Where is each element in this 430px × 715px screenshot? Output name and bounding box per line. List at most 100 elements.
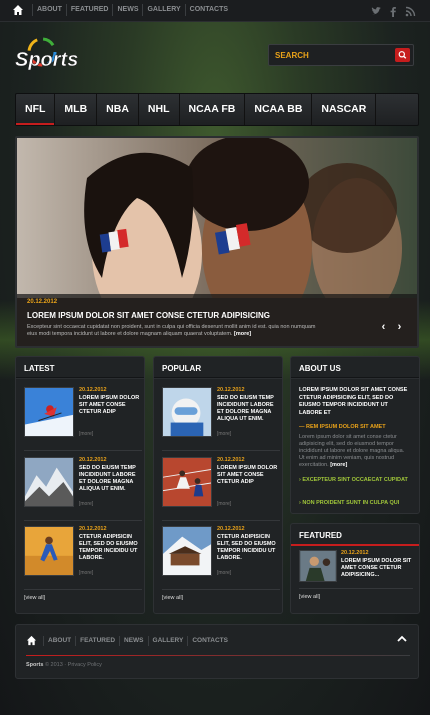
more-link[interactable]: [more] bbox=[217, 501, 231, 507]
divider bbox=[162, 450, 280, 451]
footer-nav-contacts[interactable]: CONTACTS bbox=[187, 635, 232, 646]
thumb-image[interactable] bbox=[162, 526, 212, 576]
menu-item-mlb[interactable]: MLB bbox=[55, 94, 98, 125]
slider-more-link[interactable]: [more] bbox=[234, 331, 251, 337]
footer: ABOUT FEATURED NEWS GALLERY CONTACTS Spo… bbox=[15, 624, 419, 679]
divider bbox=[299, 588, 413, 589]
top-nav-gallery[interactable]: GALLERY bbox=[142, 4, 184, 16]
item-text[interactable]: LOREM IPSUM DOLOR SIT AMET CONSE CTETUR … bbox=[341, 558, 417, 579]
bullet-link[interactable]: › EXCEPTEUR SINT OCCAECAT CUPIDAT bbox=[299, 477, 408, 483]
list-item: 20.12.2012 LOREM IPSUM DOLOR SIT AMET CO… bbox=[162, 457, 278, 515]
chevron-up-icon[interactable] bbox=[396, 633, 408, 645]
slider-text: Excepteur sint occaecat cupidatat non pr… bbox=[27, 324, 317, 338]
item-text[interactable]: CTETUR ADIPISICIN ELIT, SED DO EIUSMO TE… bbox=[217, 534, 279, 562]
more-link[interactable]: [more] bbox=[217, 431, 231, 437]
home-icon[interactable] bbox=[26, 635, 37, 646]
search-input[interactable] bbox=[275, 49, 385, 62]
top-nav-contacts[interactable]: CONTACTS bbox=[184, 4, 232, 16]
sports-logo[interactable]: Sports bbox=[14, 36, 104, 81]
more-link[interactable]: [more] bbox=[79, 431, 93, 437]
list-item: 20.12.2012 LOREM IPSUM DOLOR SIT AMET CO… bbox=[24, 387, 140, 445]
bullet-link[interactable]: › NON PROIDENT SUNT IN CULPA QUI bbox=[299, 500, 399, 506]
item-text[interactable]: LOREM IPSUM DOLOR SIT AMET CONSE CTETUR … bbox=[79, 395, 141, 416]
about-more-link[interactable]: [more] bbox=[330, 462, 347, 468]
item-date: 20.12.2012 bbox=[79, 526, 107, 532]
top-nav: ABOUT FEATURED NEWS GALLERY CONTACTS bbox=[12, 4, 232, 16]
popular-title: POPULAR bbox=[154, 357, 282, 379]
view-all-link[interactable]: [view all] bbox=[299, 594, 320, 600]
popular-panel: POPULAR 20.12.2012 SED DO EIUSM TEMP INC… bbox=[153, 356, 283, 614]
divider bbox=[24, 589, 142, 590]
about-text-body: Lorem ipsum dolor sit amet conse ctetur … bbox=[299, 434, 405, 468]
facebook-icon[interactable] bbox=[388, 4, 399, 17]
divider bbox=[162, 520, 280, 521]
slider-date: 20.12.2012 bbox=[27, 299, 58, 305]
footer-divider bbox=[26, 655, 410, 656]
item-text[interactable]: LOREM IPSUM DOLOR SIT AMET CONSE CTETUR … bbox=[217, 465, 279, 486]
slider-title[interactable]: LOREM IPSUM DOLOR SIT AMET CONSE CTETUR … bbox=[27, 311, 270, 320]
item-date: 20.12.2012 bbox=[79, 387, 107, 393]
footer-brand: Sports bbox=[26, 662, 44, 668]
list-item: 20.12.2012 CTETUR ADIPISICIN ELIT, SED D… bbox=[24, 526, 140, 584]
divider bbox=[24, 450, 142, 451]
footer-nav-gallery[interactable]: GALLERY bbox=[147, 635, 188, 646]
menu-item-ncaa-bb[interactable]: NCAA BB bbox=[245, 94, 313, 125]
more-link[interactable]: [more] bbox=[217, 570, 231, 576]
chevron-right-icon[interactable]: › bbox=[394, 321, 405, 333]
copyright: Sports © 2013 · Privacy Policy bbox=[26, 662, 102, 668]
copyright-text[interactable]: © 2013 · Privacy Policy bbox=[45, 662, 102, 668]
menu-item-nfl[interactable]: NFL bbox=[16, 94, 56, 125]
about-title: ABOUT US bbox=[291, 357, 419, 379]
thumb-image[interactable] bbox=[24, 526, 74, 576]
item-text[interactable]: CTETUR ADIPISICIN ELIT, SED DO EIUSMO TE… bbox=[79, 534, 141, 562]
logo-text: Sports bbox=[15, 49, 78, 71]
menu-item-nba[interactable]: NBA bbox=[97, 94, 139, 125]
view-all-link[interactable]: [view all] bbox=[24, 595, 45, 601]
view-all-link[interactable]: [view all] bbox=[162, 595, 183, 601]
search-button[interactable] bbox=[395, 48, 410, 62]
footer-nav-featured[interactable]: FEATURED bbox=[75, 635, 119, 646]
item-date: 20.12.2012 bbox=[79, 457, 107, 463]
thumb-image[interactable] bbox=[24, 457, 74, 507]
bullet-link-label: NON PROIDENT SUNT IN CULPA QUI bbox=[302, 500, 400, 506]
hero-slider[interactable]: 20.12.2012 LOREM IPSUM DOLOR SIT AMET CO… bbox=[15, 136, 419, 348]
thumb-image[interactable] bbox=[299, 550, 337, 582]
top-nav-featured[interactable]: FEATURED bbox=[65, 4, 113, 16]
menu-item-nhl[interactable]: NHL bbox=[139, 94, 180, 125]
item-date: 20.12.2012 bbox=[217, 387, 245, 393]
divider bbox=[24, 520, 142, 521]
home-icon[interactable] bbox=[12, 4, 24, 16]
rss-icon[interactable] bbox=[405, 4, 416, 17]
divider bbox=[162, 589, 280, 590]
menu-item-nascar[interactable]: NASCAR bbox=[312, 94, 377, 125]
item-date: 20.12.2012 bbox=[217, 457, 245, 463]
thumb-image[interactable] bbox=[24, 387, 74, 437]
top-nav-about[interactable]: ABOUT bbox=[32, 4, 66, 16]
item-text[interactable]: SED DO EIUSM TEMP INCIDIDUNT LABORE ET D… bbox=[79, 465, 141, 493]
top-bar: ABOUT FEATURED NEWS GALLERY CONTACTS bbox=[0, 0, 430, 22]
main-menu: NFL MLB NBA NHL NCAA FB NCAA BB NASCAR bbox=[15, 93, 419, 126]
more-link[interactable]: [more] bbox=[79, 501, 93, 507]
twitter-icon[interactable] bbox=[371, 4, 382, 15]
search-box bbox=[268, 44, 414, 66]
more-link[interactable]: [more] bbox=[79, 570, 93, 576]
menu-item-ncaa-fb[interactable]: NCAA FB bbox=[180, 94, 246, 125]
list-item: 20.12.2012 SED DO EIUSM TEMP INCIDIDUNT … bbox=[162, 387, 278, 445]
footer-nav-about[interactable]: ABOUT bbox=[43, 635, 75, 646]
thumb-image[interactable] bbox=[162, 457, 212, 507]
thumb-image[interactable] bbox=[162, 387, 212, 437]
about-link-label: REM IPSUM DOLOR SIT AMET bbox=[306, 424, 386, 430]
footer-nav: ABOUT FEATURED NEWS GALLERY CONTACTS bbox=[26, 635, 232, 646]
about-link[interactable]: — REM IPSUM DOLOR SIT AMET bbox=[299, 424, 386, 430]
item-text[interactable]: SED DO EIUSM TEMP INCIDIDUNT LABORE ET D… bbox=[217, 395, 279, 423]
social-links bbox=[371, 4, 416, 17]
slider-caption: 20.12.2012 LOREM IPSUM DOLOR SIT AMET CO… bbox=[17, 294, 417, 346]
list-item: 20.12.2012 SED DO EIUSM TEMP INCIDIDUNT … bbox=[24, 457, 140, 515]
list-item: 20.12.2012 CTETUR ADIPISICIN ELIT, SED D… bbox=[162, 526, 278, 584]
footer-nav-news[interactable]: NEWS bbox=[119, 635, 148, 646]
chevron-left-icon[interactable]: ‹ bbox=[378, 321, 389, 333]
latest-title: LATEST bbox=[16, 357, 144, 379]
top-nav-news[interactable]: NEWS bbox=[112, 4, 142, 16]
item-date: 20.12.2012 bbox=[341, 550, 369, 556]
slider-text-body: Excepteur sint occaecat cupidatat non pr… bbox=[27, 324, 316, 337]
